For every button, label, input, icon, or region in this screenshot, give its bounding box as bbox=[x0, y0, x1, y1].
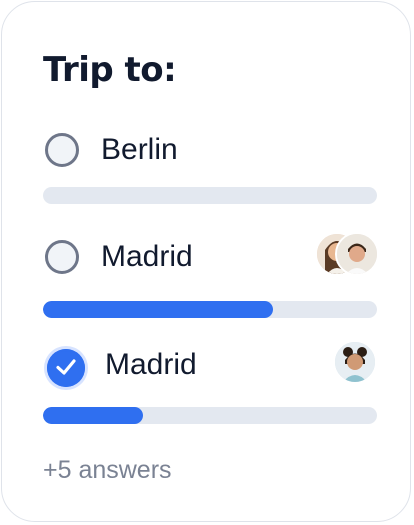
option-row[interactable]: Madrid bbox=[43, 232, 379, 282]
poll-title: Trip to: bbox=[43, 50, 177, 90]
vote-progress-track bbox=[43, 301, 377, 318]
vote-progress-track bbox=[43, 407, 377, 424]
person-icon bbox=[337, 234, 377, 274]
option-row[interactable]: Berlin bbox=[43, 133, 377, 175]
poll-option-madrid[interactable]: Madrid bbox=[43, 232, 379, 330]
voter-avatar bbox=[333, 340, 377, 384]
voter-avatars bbox=[333, 340, 377, 390]
radio-button-unchecked[interactable] bbox=[45, 133, 79, 167]
vote-progress-fill bbox=[43, 301, 274, 318]
more-answers-link[interactable]: +5 answers bbox=[43, 454, 172, 486]
radio-button-checked[interactable] bbox=[47, 349, 85, 387]
option-label: Berlin bbox=[101, 133, 178, 166]
option-label: Madrid bbox=[101, 240, 193, 273]
vote-progress-track bbox=[43, 187, 377, 204]
poll-option-berlin[interactable]: Berlin bbox=[43, 133, 377, 223]
vote-progress-fill bbox=[43, 407, 144, 424]
radio-button-unchecked[interactable] bbox=[45, 240, 79, 274]
checkmark-icon bbox=[56, 359, 76, 375]
voter-avatars bbox=[315, 232, 379, 282]
voter-avatar bbox=[335, 232, 379, 276]
person-icon bbox=[335, 342, 375, 382]
option-row[interactable]: Madrid bbox=[43, 340, 377, 390]
poll-option-madrid-selected[interactable]: Madrid bbox=[43, 340, 377, 438]
option-label: Madrid bbox=[105, 348, 197, 381]
poll-card: Trip to: Berlin Madrid Madrid +5 answers bbox=[1, 1, 411, 522]
